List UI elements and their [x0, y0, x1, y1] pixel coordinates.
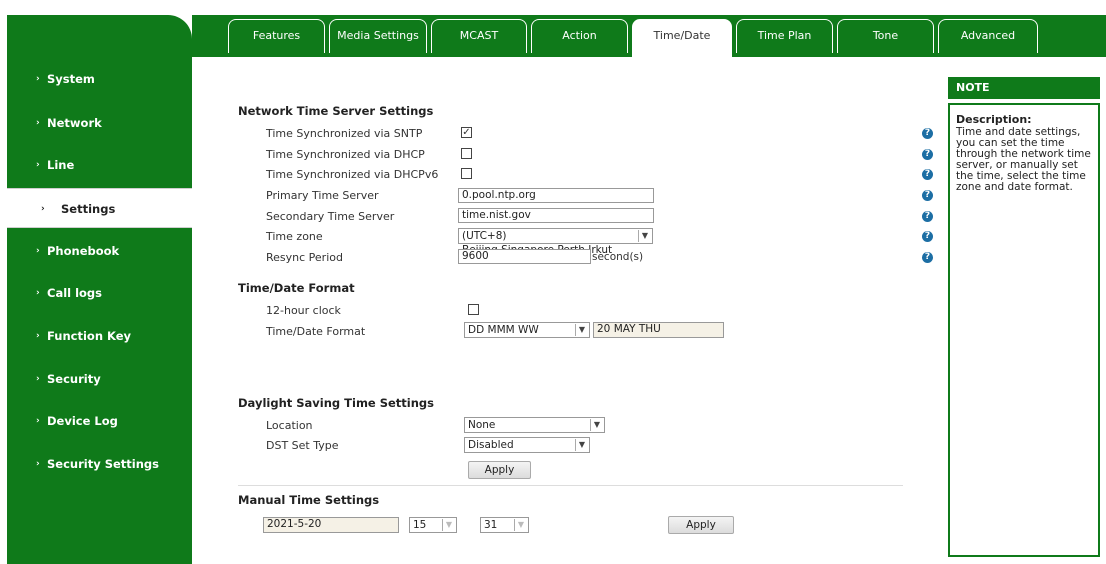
dhcpv6-label: Time Synchronized via DHCPv6 [266, 168, 439, 181]
chevron-down-icon: ▼ [638, 230, 651, 242]
help-icon[interactable]: ? [922, 252, 933, 263]
clock-label: 12-hour clock [266, 304, 341, 317]
section-title-manual: Manual Time Settings [238, 493, 380, 507]
chevron-down-icon: ▼ [575, 439, 588, 451]
help-icon[interactable]: ? [922, 149, 933, 160]
tab-action[interactable]: Action [531, 19, 628, 53]
section-title-dst: Daylight Saving Time Settings [238, 396, 435, 410]
checkmark-icon: ✓ [462, 127, 471, 138]
format-preview: 20 MAY THU [593, 322, 724, 338]
dst-type-value: Disabled [468, 439, 514, 451]
sidebar-item-device-log[interactable]: › Device Log [7, 401, 192, 441]
note-panel: Description: Time and date settings, you… [948, 103, 1100, 557]
dhcp-label: Time Synchronized via DHCP [266, 148, 425, 161]
manual-minute-select[interactable]: 31 ▼ [480, 517, 529, 533]
dst-type-label: DST Set Type [266, 439, 339, 452]
sidebar-item-security[interactable]: › Security [7, 359, 192, 399]
sidebar-item-label: Security [47, 372, 101, 386]
sidebar-item-label: Call logs [47, 286, 103, 300]
tab-features[interactable]: Features [228, 19, 325, 53]
chevron-right-icon: › [36, 246, 40, 256]
timezone-select[interactable]: (UTC+8) Beijing,Singapore,Perth,Irkut ▼ [458, 228, 653, 256]
section-title-format: Time/Date Format [238, 281, 355, 295]
dst-apply-button[interactable]: Apply [468, 461, 531, 479]
help-icon[interactable]: ? [922, 190, 933, 201]
tab-time-date[interactable]: Time/Date [632, 19, 732, 57]
timezone-label: Time zone [266, 230, 323, 243]
chevron-right-icon: › [36, 160, 40, 170]
secondary-server-input[interactable]: time.nist.gov [458, 208, 654, 223]
help-icon[interactable]: ? [922, 169, 933, 180]
sidebar-item-label: Device Log [47, 414, 118, 428]
note-text: Time and date settings, you can set the … [956, 126, 1091, 193]
format-label: Time/Date Format [266, 325, 366, 338]
chevron-right-icon: › [36, 416, 40, 426]
divider [238, 485, 903, 486]
chevron-right-icon: › [36, 74, 40, 84]
clock-checkbox[interactable] [468, 304, 479, 315]
chevron-right-icon: › [36, 118, 40, 128]
chevron-down-icon: ▼ [442, 519, 455, 531]
help-icon[interactable]: ? [922, 128, 933, 139]
sidebar-item-security-settings[interactable]: › Security Settings [7, 444, 192, 484]
sidebar-item-phonebook[interactable]: › Phonebook [7, 231, 192, 271]
resync-label: Resync Period [266, 251, 343, 264]
sntp-label: Time Synchronized via SNTP [266, 127, 423, 140]
sidebar-item-network[interactable]: › Network [7, 103, 192, 143]
sidebar-item-label: Phonebook [47, 244, 120, 258]
manual-hour-select[interactable]: 15 ▼ [409, 517, 457, 533]
chevron-right-icon: › [41, 204, 45, 214]
manual-apply-button[interactable]: Apply [668, 516, 734, 534]
chevron-down-icon: ▼ [590, 419, 603, 431]
sidebar-item-settings[interactable]: › Settings [7, 188, 192, 228]
help-icon[interactable]: ? [922, 231, 933, 242]
sntp-checkbox[interactable]: ✓ [461, 127, 472, 138]
tab-advanced[interactable]: Advanced [938, 19, 1038, 53]
resync-unit: second(s) [592, 251, 644, 263]
sidebar-item-system[interactable]: › System [7, 59, 192, 99]
chevron-right-icon: › [36, 374, 40, 384]
sidebar-item-function-key[interactable]: › Function Key [7, 316, 192, 356]
sidebar-item-label: Settings [61, 202, 116, 216]
manual-date-input[interactable]: 2021-5-20 [263, 517, 399, 533]
sidebar-item-call-logs[interactable]: › Call logs [7, 273, 192, 313]
chevron-down-icon: ▼ [575, 324, 588, 336]
sidebar-item-label: Security Settings [47, 457, 159, 471]
chevron-right-icon: › [36, 459, 40, 469]
chevron-right-icon: › [36, 331, 40, 341]
chevron-right-icon: › [36, 288, 40, 298]
location-select[interactable]: None ▼ [464, 417, 605, 433]
sidebar-item-label: Function Key [47, 329, 132, 343]
sidebar-item-label: System [47, 72, 95, 86]
secondary-server-label: Secondary Time Server [266, 210, 395, 223]
section-title-network-time: Network Time Server Settings [238, 104, 434, 118]
dst-type-select[interactable]: Disabled ▼ [464, 437, 590, 453]
location-label: Location [266, 419, 313, 432]
format-select[interactable]: DD MMM WW ▼ [464, 322, 590, 338]
tab-media-settings[interactable]: Media Settings [329, 19, 427, 53]
note-heading: Description: [956, 113, 1032, 126]
location-value: None [468, 419, 496, 431]
primary-server-label: Primary Time Server [266, 189, 379, 202]
chevron-down-icon: ▼ [514, 519, 527, 531]
tab-tone[interactable]: Tone [837, 19, 934, 53]
primary-server-input[interactable]: 0.pool.ntp.org [458, 188, 654, 203]
manual-hour-value: 15 [413, 519, 427, 531]
resync-input[interactable]: 9600 [458, 249, 591, 264]
help-icon[interactable]: ? [922, 211, 933, 222]
dhcpv6-checkbox[interactable] [461, 168, 472, 179]
format-value: DD MMM WW [468, 324, 539, 336]
tab-time-plan[interactable]: Time Plan [736, 19, 833, 53]
sidebar-item-line[interactable]: › Line [7, 145, 192, 185]
sidebar-item-label: Network [47, 116, 102, 130]
dhcp-checkbox[interactable] [461, 148, 472, 159]
tab-mcast[interactable]: MCAST [431, 19, 527, 53]
note-title: NOTE [948, 77, 1100, 99]
sidebar-item-label: Line [47, 158, 75, 172]
manual-minute-value: 31 [484, 519, 498, 531]
